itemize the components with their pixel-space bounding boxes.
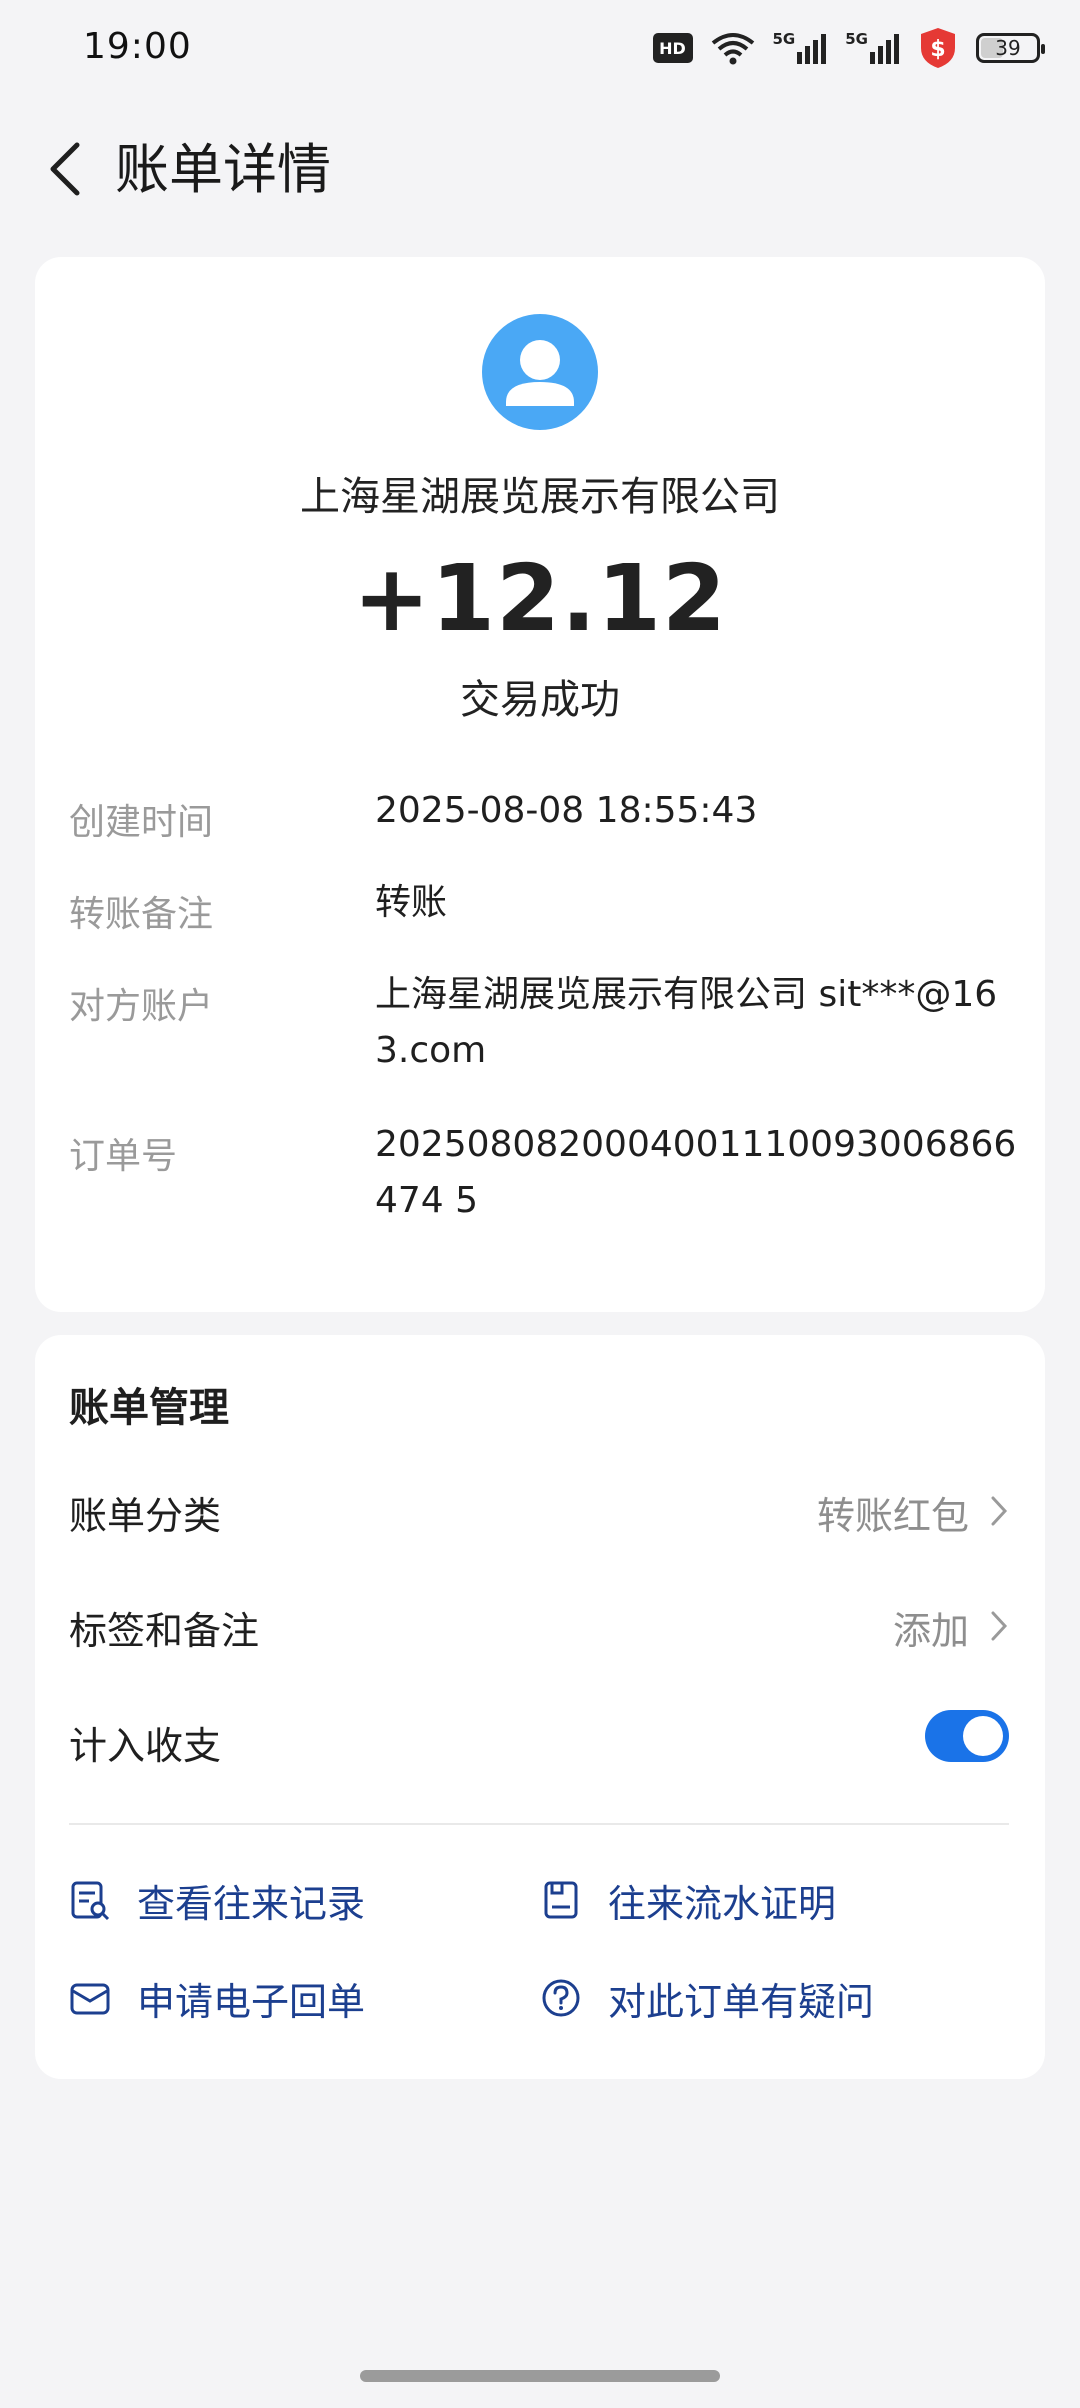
avatar	[482, 314, 598, 430]
e-receipt-label: 申请电子回单	[137, 1979, 366, 2024]
security-shield-icon: $	[918, 26, 958, 70]
detail-label: 转账备注	[69, 894, 214, 935]
include-income-expense-row: 计入收支	[69, 1705, 1009, 1775]
divider	[69, 1823, 1009, 1825]
toggle-knob	[963, 1716, 1003, 1756]
battery-icon: 39	[976, 33, 1045, 63]
header: 账单详情	[0, 110, 1080, 230]
statement-proof-button[interactable]: 往来流水证明	[540, 1865, 836, 1935]
signal-label: 5G	[845, 30, 868, 48]
page-title: 账单详情	[115, 138, 331, 201]
statement-proof-label: 往来流水证明	[608, 1881, 837, 1926]
view-records-label: 查看往来记录	[137, 1881, 366, 1926]
detail-label: 创建时间	[69, 802, 214, 843]
tags-remark-row[interactable]: 标签和备注 添加	[69, 1590, 1009, 1660]
tags-remark-label: 标签和备注	[69, 1609, 260, 1653]
merchant-name: 上海星湖展览展示有限公司	[300, 474, 780, 520]
status-bar: 19:00 HD 5G 5G $ 39	[0, 0, 1080, 96]
signal-icon: 5G	[773, 32, 828, 64]
bill-category-label: 账单分类	[69, 1494, 222, 1538]
chevron-left-icon	[50, 142, 80, 196]
order-number-value[interactable]: 2025080820004001110093006866474 5	[375, 1117, 1025, 1229]
back-button[interactable]	[30, 134, 100, 204]
view-records-button[interactable]: 查看往来记录	[69, 1865, 365, 1935]
transaction-status: 交易成功	[460, 677, 620, 723]
transaction-amount: +12.12	[352, 545, 728, 652]
signal-icon: 5G	[845, 32, 900, 64]
battery-text: 39	[995, 36, 1021, 60]
detail-label: 订单号	[69, 1136, 178, 1177]
home-indicator[interactable]	[360, 2370, 720, 2382]
detail-value: 转账	[375, 882, 448, 923]
chevron-right-icon	[991, 1611, 1008, 1641]
svg-text:$: $	[930, 37, 945, 62]
document-search-icon	[69, 1879, 111, 1921]
transaction-card: 上海星湖展览展示有限公司 +12.12 交易成功 创建时间 2025-08-08…	[35, 257, 1045, 1312]
bill-category-value: 转账红包	[816, 1494, 969, 1538]
detail-value: 上海星湖展览展示有限公司 sit***@163.com	[375, 974, 998, 1071]
chevron-right-icon	[991, 1496, 1008, 1526]
question-circle-icon	[540, 1977, 582, 2019]
wifi-icon	[711, 31, 755, 65]
detail-label: 对方账户	[69, 986, 214, 1027]
section-title: 账单管理	[69, 1385, 229, 1431]
status-time: 19:00	[83, 26, 192, 67]
status-icons: HD 5G 5G $ 39	[652, 24, 1045, 72]
hd-icon: HD	[652, 33, 693, 63]
include-income-expense-toggle[interactable]	[925, 1710, 1009, 1762]
bill-management-card: 账单管理 账单分类 转账红包 标签和备注 添加 计入收支 查看往来记录 往来流水…	[35, 1335, 1045, 2079]
order-question-button[interactable]: 对此订单有疑问	[540, 1963, 874, 2033]
mail-icon	[69, 1977, 111, 2019]
hd-label: HD	[659, 38, 686, 58]
bill-category-row[interactable]: 账单分类 转账红包	[69, 1475, 1009, 1545]
detail-value: 2025-08-08 18:55:43	[375, 790, 758, 831]
statement-document-icon	[540, 1879, 582, 1921]
user-icon	[506, 340, 574, 406]
e-receipt-button[interactable]: 申请电子回单	[69, 1963, 365, 2033]
order-question-label: 对此订单有疑问	[608, 1979, 875, 2024]
include-income-expense-label: 计入收支	[69, 1724, 222, 1768]
tags-remark-value: 添加	[892, 1609, 969, 1653]
signal-label: 5G	[772, 30, 796, 48]
